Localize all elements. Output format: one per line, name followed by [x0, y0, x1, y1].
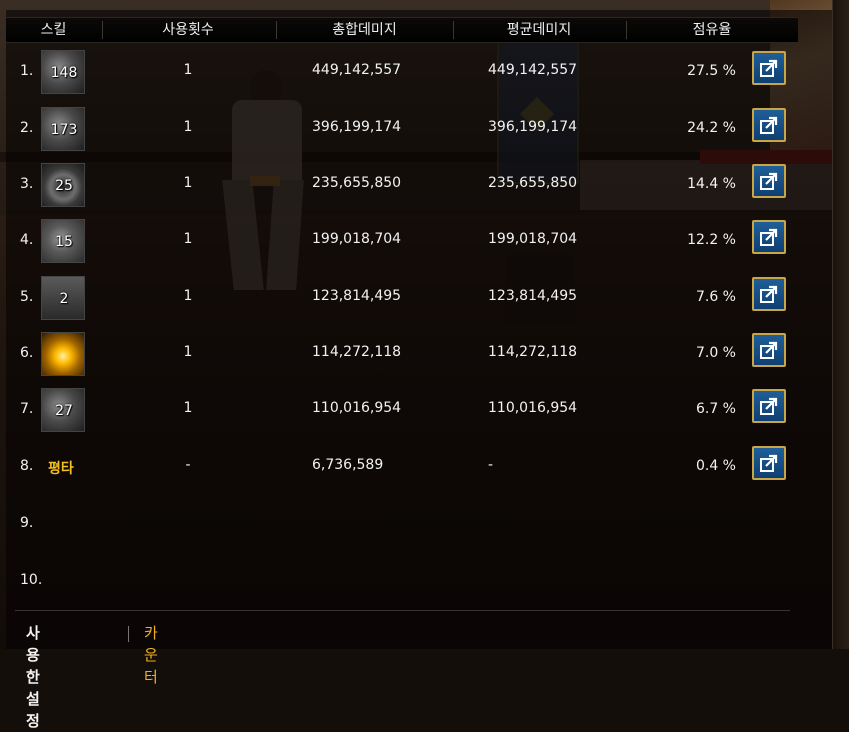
- total-damage: 199,018,704: [312, 231, 402, 247]
- uses-count: 1: [183, 62, 193, 78]
- table-row: 8. 평타 - 6,736,589 - 0.4 %: [0, 439, 800, 495]
- skill-level: 25: [55, 178, 73, 194]
- share-percent: 12.2 %: [687, 232, 736, 248]
- uses-count: 1: [183, 288, 193, 304]
- share-percent: 24.2 %: [687, 120, 736, 136]
- share-percent: 27.5 %: [687, 63, 736, 79]
- tab-used-settings[interactable]: 사용한 설정: [26, 622, 40, 732]
- skill-level: 27: [55, 403, 73, 419]
- skill-icon-fist[interactable]: 15: [41, 219, 85, 263]
- total-damage: 110,016,954: [312, 400, 402, 416]
- share-export-icon: [760, 397, 778, 415]
- table-row: 10.: [0, 553, 800, 609]
- uses-count: -: [185, 457, 191, 473]
- share-button[interactable]: [752, 333, 786, 367]
- skill-level: 173: [50, 122, 78, 138]
- uses-count: 1: [183, 344, 193, 360]
- share-export-icon: [760, 341, 778, 359]
- share-percent: 6.7 %: [695, 401, 736, 417]
- tab-counter[interactable]: 카운터: [144, 622, 158, 688]
- header-total-damage: 총합데미지: [332, 22, 397, 38]
- total-damage: 6,736,589: [312, 457, 384, 473]
- share-export-icon: [760, 454, 778, 472]
- share-button[interactable]: [752, 164, 786, 198]
- skill-level: 15: [55, 234, 73, 250]
- share-export-icon: [760, 116, 778, 134]
- header-uses: 사용횟수: [162, 22, 214, 38]
- total-damage: 449,142,557: [312, 62, 402, 78]
- table-row: 5. 2 1 123,814,495 123,814,495 7.6 %: [0, 270, 800, 326]
- skill-level: 148: [50, 65, 78, 81]
- row-index: 9.: [20, 515, 34, 531]
- share-button[interactable]: [752, 277, 786, 311]
- share-button[interactable]: [752, 389, 786, 423]
- uses-count: 1: [183, 175, 193, 191]
- share-percent: 7.6 %: [695, 289, 736, 305]
- share-button[interactable]: [752, 108, 786, 142]
- total-damage: 114,272,118: [312, 344, 402, 360]
- share-export-icon: [760, 172, 778, 190]
- table-row: 4. 15 1 199,018,704 199,018,704 12.2 %: [0, 213, 800, 269]
- skill-icon-gray[interactable]: 27: [41, 388, 85, 432]
- uses-count: 1: [183, 400, 193, 416]
- average-damage: 110,016,954: [488, 400, 578, 416]
- row-index: 2.: [20, 120, 34, 136]
- row-index: 4.: [20, 232, 34, 248]
- share-export-icon: [760, 228, 778, 246]
- average-damage: 123,814,495: [488, 288, 578, 304]
- share-button[interactable]: [752, 51, 786, 85]
- average-damage: 396,199,174: [488, 119, 578, 135]
- skill-icon-burst[interactable]: [41, 332, 85, 376]
- row-index: 6.: [20, 345, 34, 361]
- total-damage: 396,199,174: [312, 119, 402, 135]
- total-damage: 123,814,495: [312, 288, 402, 304]
- share-button[interactable]: [752, 446, 786, 480]
- skill-icon-gray[interactable]: 173: [41, 107, 85, 151]
- share-export-icon: [760, 59, 778, 77]
- footer-divider: [15, 610, 790, 611]
- header-share: 점유율: [692, 22, 732, 38]
- header-average-damage: 평균데미지: [506, 22, 572, 38]
- share-percent: 0.4 %: [695, 458, 736, 474]
- uses-count: 1: [183, 231, 193, 247]
- average-damage: -: [488, 457, 494, 473]
- total-damage: 235,655,850: [312, 175, 402, 191]
- uses-count: 1: [183, 119, 193, 135]
- skill-icon-arch[interactable]: 2: [41, 276, 85, 320]
- right-edge-frame: [832, 0, 849, 649]
- table-row: 6. 1 114,272,118 114,272,118 7.0 %: [0, 326, 800, 382]
- table-row: 9.: [0, 496, 800, 552]
- average-damage: 114,272,118: [488, 344, 578, 360]
- skill-icon-gray[interactable]: 148: [41, 50, 85, 94]
- skill-name-label: 평타: [48, 461, 74, 477]
- row-index: 8.: [20, 458, 34, 474]
- share-percent: 7.0 %: [695, 345, 736, 361]
- average-damage: 235,655,850: [488, 175, 578, 191]
- table-row: 2. 173 1 396,199,174 396,199,174 24.2 %: [0, 101, 800, 157]
- tab-separator: [128, 626, 129, 642]
- average-damage: 199,018,704: [488, 231, 578, 247]
- average-damage: 449,142,557: [488, 62, 578, 78]
- skill-level: 2: [59, 291, 69, 307]
- table-header: 스킬 사용횟수 총합데미지 평균데미지 점유율: [6, 17, 798, 43]
- row-index: 5.: [20, 289, 34, 305]
- skill-icon-ring[interactable]: 25: [41, 163, 85, 207]
- row-index: 1.: [20, 63, 34, 79]
- header-skill: 스킬: [40, 22, 67, 38]
- table-row: 1. 148 1 449,142,557 449,142,557 27.5 %: [0, 44, 800, 100]
- row-index: 10.: [20, 572, 43, 588]
- table-row: 7. 27 1 110,016,954 110,016,954 6.7 %: [0, 382, 800, 438]
- row-index: 7.: [20, 401, 34, 417]
- share-button[interactable]: [752, 220, 786, 254]
- share-percent: 14.4 %: [687, 176, 736, 192]
- row-index: 3.: [20, 176, 34, 192]
- share-export-icon: [760, 285, 778, 303]
- table-row: 3. 25 1 235,655,850 235,655,850 14.4 %: [0, 157, 800, 213]
